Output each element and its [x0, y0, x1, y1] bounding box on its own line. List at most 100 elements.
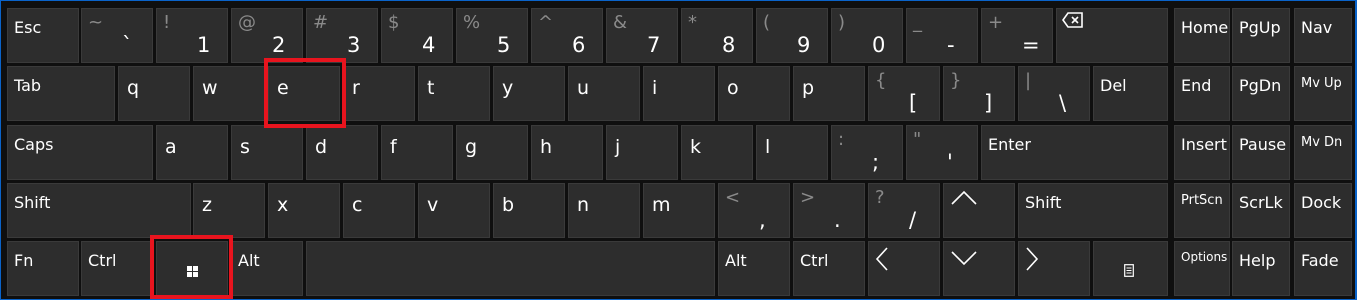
key-2[interactable]: @2: [231, 8, 303, 63]
key-n[interactable]: n: [568, 183, 640, 238]
key-label: PgUp: [1239, 18, 1281, 37]
key-3[interactable]: #3: [306, 8, 378, 63]
shift-char: :: [838, 129, 845, 150]
main-char: 6: [572, 33, 586, 57]
key-f[interactable]: f: [381, 125, 453, 180]
key-menu[interactable]: [1093, 241, 1168, 296]
key-scrlk[interactable]: ScrLk: [1232, 183, 1290, 238]
key-down-arrow[interactable]: [943, 241, 1015, 296]
key-p[interactable]: p: [793, 66, 865, 121]
main-char: .: [834, 208, 841, 232]
key-fade[interactable]: Fade: [1294, 241, 1352, 296]
key-0[interactable]: ) 0: [831, 8, 903, 63]
key-dock[interactable]: Dock: [1294, 183, 1352, 238]
key-pgup[interactable]: PgUp: [1232, 8, 1290, 63]
key-k[interactable]: k: [681, 125, 753, 180]
key-caps[interactable]: Caps: [7, 125, 153, 180]
main-char: /: [909, 208, 917, 232]
key-letter: r: [352, 77, 360, 99]
key-4[interactable]: $4: [381, 8, 453, 63]
key-6[interactable]: ^ 6: [531, 8, 603, 63]
key-left-shift[interactable]: Shift: [7, 183, 191, 238]
key-s[interactable]: s: [231, 125, 303, 180]
key-b[interactable]: b: [493, 183, 565, 238]
key-mv-up[interactable]: Mv Up: [1294, 66, 1352, 121]
key-fn[interactable]: Fn: [7, 241, 79, 296]
key-1[interactable]: ! 1: [156, 8, 228, 63]
key-pgdn[interactable]: PgDn: [1232, 66, 1290, 121]
key-label: Tab: [14, 76, 42, 95]
key-d[interactable]: d: [306, 125, 378, 180]
key-left-bracket[interactable]: {[: [868, 66, 940, 121]
key-y[interactable]: y: [493, 66, 565, 121]
key-5[interactable]: % 5: [456, 8, 528, 63]
key-quote[interactable]: " ': [906, 125, 978, 180]
key-prtscn[interactable]: PrtScn: [1174, 183, 1230, 238]
key-z[interactable]: z: [193, 183, 265, 238]
key-l[interactable]: l: [756, 125, 828, 180]
key-t[interactable]: t: [418, 66, 490, 121]
key-backspace[interactable]: [1056, 8, 1168, 63]
key-7[interactable]: & 7: [606, 8, 678, 63]
key-label: Options: [1181, 250, 1228, 264]
key-left-alt[interactable]: Alt: [231, 241, 303, 296]
key-h[interactable]: h: [531, 125, 603, 180]
key-left-ctrl[interactable]: Ctrl: [81, 241, 153, 296]
key-q[interactable]: q: [118, 66, 190, 121]
key-label: Del: [1100, 76, 1127, 95]
key-help[interactable]: Help: [1232, 241, 1290, 296]
key-letter: d: [315, 136, 328, 158]
key-windows[interactable]: [156, 241, 228, 296]
key-esc[interactable]: Esc: [7, 8, 79, 63]
shift-char: (: [763, 12, 771, 33]
key-enter[interactable]: Enter: [981, 125, 1168, 180]
key-options[interactable]: Options: [1174, 241, 1230, 296]
key-o[interactable]: o: [718, 66, 790, 121]
key-pause[interactable]: Pause: [1232, 125, 1290, 180]
key-up-arrow[interactable]: [943, 183, 1015, 238]
key-insert[interactable]: Insert: [1174, 125, 1230, 180]
main-char: 1: [197, 33, 211, 57]
key-j[interactable]: j: [606, 125, 678, 180]
key-w[interactable]: w: [193, 66, 265, 121]
key-8[interactable]: * 8: [681, 8, 753, 63]
key-g[interactable]: g: [456, 125, 528, 180]
key-backslash[interactable]: | \: [1018, 66, 1090, 121]
key-v[interactable]: v: [418, 183, 490, 238]
key-u[interactable]: u: [568, 66, 640, 121]
key-slash[interactable]: ? /: [868, 183, 940, 238]
key-r[interactable]: r: [343, 66, 415, 121]
key-right-alt[interactable]: Alt: [718, 241, 790, 296]
key-semicolon[interactable]: :;: [831, 125, 903, 180]
key-equals[interactable]: + =: [981, 8, 1053, 63]
shift-char: ^: [538, 12, 554, 33]
key-m[interactable]: m: [643, 183, 715, 238]
key-del[interactable]: Del: [1093, 66, 1168, 121]
key-e[interactable]: e: [268, 66, 340, 121]
key-end[interactable]: End: [1174, 66, 1230, 121]
key-backtick[interactable]: ~ `: [81, 8, 153, 63]
key-a[interactable]: a: [156, 125, 228, 180]
key-left-arrow[interactable]: [868, 241, 940, 296]
key-9[interactable]: (9: [756, 8, 828, 63]
key-tab[interactable]: Tab: [7, 66, 115, 121]
key-comma[interactable]: <,: [718, 183, 790, 238]
key-space[interactable]: [306, 241, 715, 296]
key-c[interactable]: c: [343, 183, 415, 238]
key-right-ctrl[interactable]: Ctrl: [793, 241, 865, 296]
key-mv-dn[interactable]: Mv Dn: [1294, 125, 1352, 180]
main-char: ]: [984, 91, 993, 115]
key-x[interactable]: x: [268, 183, 340, 238]
key-right-bracket[interactable]: }]: [943, 66, 1015, 121]
key-home[interactable]: Home: [1174, 8, 1230, 63]
key-minus[interactable]: _ -: [906, 8, 978, 63]
shift-char: >: [800, 187, 816, 208]
key-i[interactable]: i: [643, 66, 715, 121]
key-label: Alt: [238, 251, 260, 270]
key-right-arrow[interactable]: [1018, 241, 1090, 296]
key-period[interactable]: >.: [793, 183, 865, 238]
key-nav[interactable]: Nav: [1294, 8, 1352, 63]
key-letter: o: [727, 77, 739, 99]
main-char: -: [947, 33, 955, 57]
key-right-shift[interactable]: Shift: [1018, 183, 1168, 238]
